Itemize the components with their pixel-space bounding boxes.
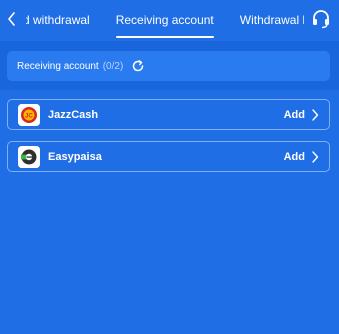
account-row-easypaisa[interactable]: Easypaisa Add [7, 141, 330, 172]
chevron-right-icon [311, 150, 321, 164]
account-name: Easypaisa [48, 150, 102, 163]
headset-icon [313, 10, 329, 29]
chevron-right-icon [311, 108, 321, 122]
refresh-button[interactable] [131, 59, 145, 73]
back-button[interactable] [2, 6, 22, 32]
easypaisa-logo-icon [18, 145, 40, 168]
account-row-jazzcash[interactable]: JC JazzCash Add [7, 99, 330, 130]
tab-fund-withdrawal[interactable]: d withdrawal [26, 0, 103, 40]
tab-receiving-account[interactable]: Receiving account [103, 0, 227, 40]
customer-support-button[interactable] [307, 6, 335, 32]
account-name: JazzCash [48, 108, 99, 121]
tabs-viewport: d withdrawal Receiving account Withdrawa… [26, 0, 304, 40]
jazzcash-logo-icon: JC [18, 103, 40, 126]
svg-text:JC: JC [25, 113, 33, 119]
receiving-account-title: Receiving account [17, 60, 99, 72]
refresh-icon [133, 60, 144, 72]
add-jazzcash-button[interactable]: Add [284, 109, 305, 121]
chevron-left-icon [8, 12, 15, 26]
top-navigation-bar: d withdrawal Receiving account Withdrawa… [0, 0, 339, 40]
tab-withdrawal-log[interactable]: Withdrawal l [227, 0, 304, 40]
tabs-row: d withdrawal Receiving account Withdrawa… [26, 0, 304, 40]
receiving-account-card: Receiving account (0/2) [7, 51, 330, 81]
receiving-account-count: (0/2) [102, 60, 124, 72]
add-easypaisa-button[interactable]: Add [284, 151, 305, 163]
